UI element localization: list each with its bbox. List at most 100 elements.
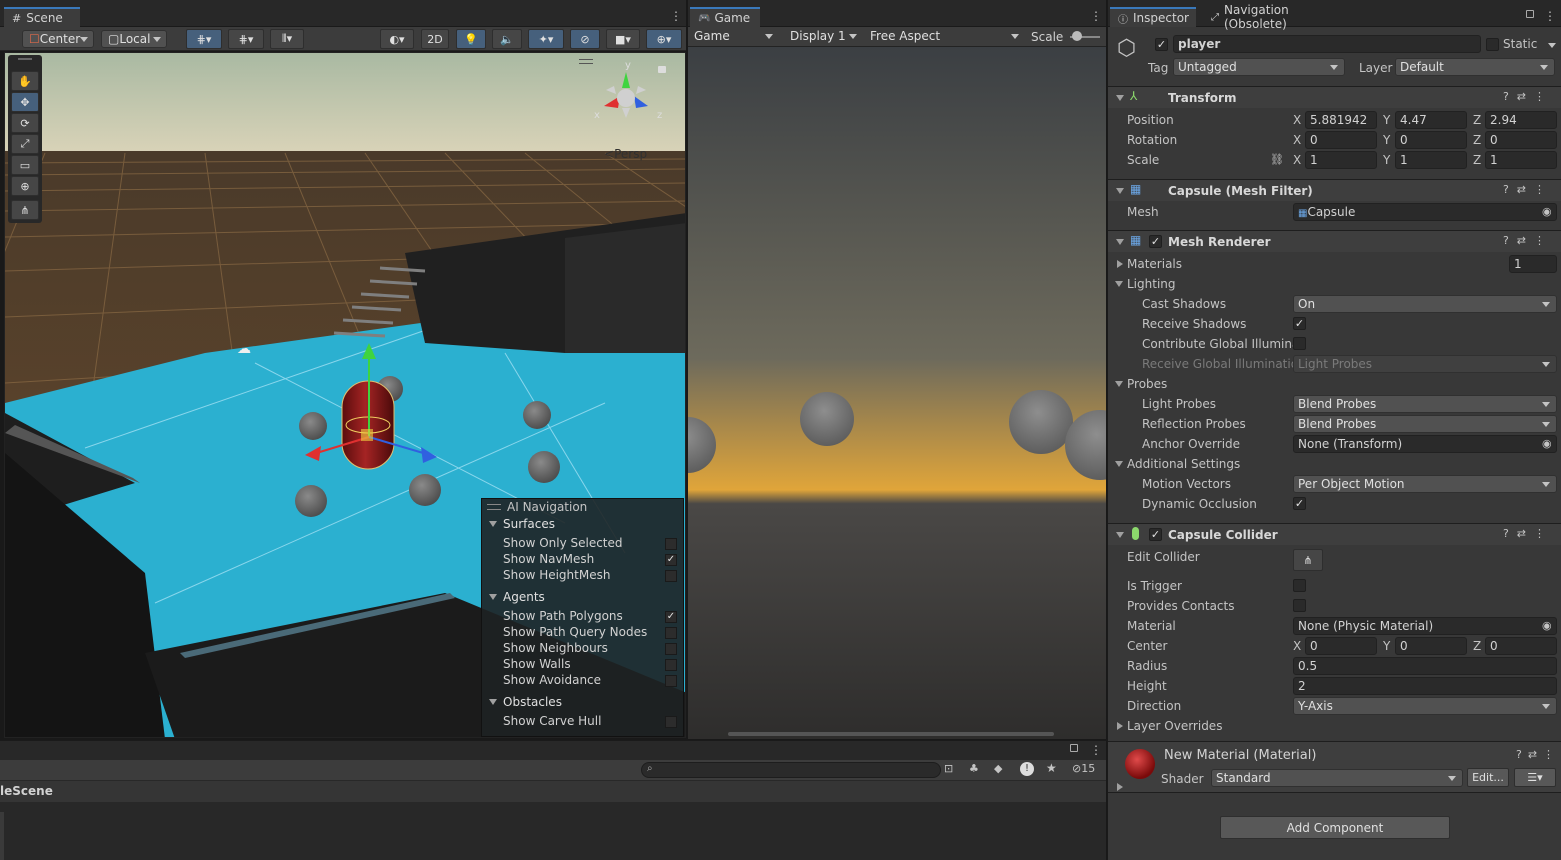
space-dropdown[interactable]: ▢Local (101, 30, 167, 48)
inspector-menu-icon[interactable]: ⋮ (1544, 9, 1556, 23)
capsule-collider-enabled-checkbox[interactable]: ✓ (1149, 528, 1162, 541)
show-path-query-nodes-checkbox[interactable] (665, 627, 677, 639)
show-path-polygons-checkbox[interactable]: ✓ (665, 611, 677, 623)
lighting-toggle-icon[interactable]: 💡 (456, 29, 486, 49)
scale-y-field[interactable]: 1 (1395, 151, 1467, 169)
position-y-field[interactable]: 4.47 (1395, 111, 1467, 129)
capsule-collider-header-icons[interactable]: ?⇄⋮ (1503, 527, 1553, 540)
position-z-field[interactable]: 2.94 (1485, 111, 1557, 129)
bottom-lock-icon[interactable] (1070, 744, 1078, 752)
cast-shadows-dropdown[interactable]: On (1293, 295, 1557, 313)
constrain-proportions-icon[interactable]: ⛓ (1270, 153, 1284, 166)
mesh-field[interactable]: ▦Capsule (1293, 203, 1557, 221)
tab-scene[interactable]: # Scene (4, 7, 80, 27)
rotation-z-field[interactable]: 0 (1485, 131, 1557, 149)
scale-z-field[interactable]: 1 (1485, 151, 1557, 169)
shader-list-button[interactable]: ☰▾ (1514, 768, 1556, 787)
show-carve-hull-checkbox[interactable] (665, 716, 677, 728)
rotate-tool-icon[interactable]: ⟳ (11, 113, 39, 133)
game-menu-icon[interactable]: ⋮ (1090, 9, 1102, 23)
mesh-renderer-header-icons[interactable]: ?⇄⋮ (1503, 234, 1553, 247)
probes-row[interactable]: Probes (1108, 374, 1561, 394)
shader-edit-button[interactable]: Edit... (1467, 768, 1509, 787)
rect-tool-icon[interactable]: ▭ (11, 155, 39, 175)
radius-field[interactable]: 0.5 (1293, 657, 1557, 675)
gizmo-lock-icon[interactable] (658, 66, 666, 73)
shader-dropdown[interactable]: Standard (1211, 769, 1463, 787)
grid-snap-button[interactable]: ⋕▾ (186, 29, 222, 49)
direction-dropdown[interactable]: Y-Axis (1293, 697, 1557, 715)
draw-mode-button[interactable]: ◐▾ (380, 29, 414, 49)
height-field[interactable]: 2 (1293, 677, 1557, 695)
gizmos-button[interactable]: ⊕▾ (646, 29, 682, 49)
center-z-field[interactable]: 0 (1485, 637, 1557, 655)
transform-header[interactable]: ⅄ Transform ?⇄⋮ (1108, 86, 1561, 108)
orientation-gizmo[interactable] (590, 58, 680, 130)
favorite-star-icon[interactable]: ★ (1046, 761, 1057, 775)
aspect-dropdown[interactable]: Free Aspect (864, 28, 1024, 46)
show-walls-checkbox[interactable] (665, 659, 677, 671)
mesh-filter-header-icons[interactable]: ?⇄⋮ (1503, 183, 1553, 196)
light-probes-dropdown[interactable]: Blend Probes (1293, 395, 1557, 413)
label-filter-icon[interactable]: ◆ (994, 762, 1002, 775)
materials-row[interactable]: Materials 1 (1108, 254, 1561, 274)
additional-settings-fold-icon[interactable] (1115, 461, 1123, 467)
scene-name-row[interactable] (0, 781, 1106, 802)
transform-header-icons[interactable]: ?⇄⋮ (1503, 90, 1553, 103)
hidden-objects-icon[interactable]: ⊘15 (1072, 762, 1095, 775)
edit-collider-button[interactable]: ⋔ (1293, 549, 1323, 571)
provides-contacts-checkbox[interactable] (1293, 599, 1306, 612)
contribute-gi-checkbox[interactable] (1293, 337, 1306, 350)
mesh-renderer-fold-icon[interactable] (1116, 239, 1124, 245)
display-dropdown[interactable]: Display 1 (784, 28, 862, 46)
motion-vectors-dropdown[interactable]: Per Object Motion (1293, 475, 1557, 493)
search-filter-icon[interactable]: ⊡ (944, 762, 953, 775)
add-component-button[interactable]: Add Component (1220, 816, 1450, 839)
scene-visibility-icon[interactable]: ⊘ (570, 29, 600, 49)
lighting-row[interactable]: Lighting (1108, 274, 1561, 294)
static-dropdown-arrow-icon[interactable] (1548, 43, 1556, 48)
bottom-menu-icon[interactable]: ⋮ (1090, 743, 1102, 757)
materials-fold-icon[interactable] (1117, 260, 1123, 268)
audio-toggle-icon[interactable]: 🔈 (492, 29, 522, 49)
transform-fold-icon[interactable] (1116, 95, 1124, 101)
show-avoidance-checkbox[interactable] (665, 675, 677, 687)
persp-label[interactable]: <Persp (604, 147, 647, 161)
collider-material-picker-icon[interactable]: ◉ (1542, 619, 1552, 632)
capsule-collider-header[interactable]: ✓ Capsule Collider ?⇄⋮ (1108, 523, 1561, 545)
tab-inspector[interactable]: ⓘ Inspector (1110, 7, 1196, 27)
material-fold-icon[interactable] (1117, 783, 1123, 791)
show-only-selected-checkbox[interactable] (665, 538, 677, 550)
mesh-renderer-enabled-checkbox[interactable]: ✓ (1149, 235, 1162, 248)
layer-overrides-fold-icon[interactable] (1117, 722, 1123, 730)
effects-toggle-icon[interactable]: ✦▾ (528, 29, 564, 49)
agents-section[interactable]: Agents (503, 590, 545, 604)
probes-fold-icon[interactable] (1115, 381, 1123, 387)
tab-game[interactable]: 🎮 Game (690, 7, 760, 27)
agents-fold-icon[interactable] (489, 594, 497, 600)
show-neighbours-checkbox[interactable] (665, 643, 677, 655)
material-header-icons[interactable]: ?⇄⋮ (1516, 748, 1560, 761)
mesh-filter-header[interactable]: ▦ Capsule (Mesh Filter) ?⇄⋮ (1108, 179, 1561, 201)
receive-shadows-checkbox[interactable]: ✓ (1293, 317, 1306, 330)
layer-dropdown[interactable]: Default (1395, 58, 1555, 76)
anchor-override-picker-icon[interactable]: ◉ (1542, 437, 1552, 450)
obstacles-section[interactable]: Obstacles (503, 695, 562, 709)
obstacles-fold-icon[interactable] (489, 699, 497, 705)
additional-settings-row[interactable]: Additional Settings (1108, 454, 1561, 474)
error-filter-icon[interactable]: ! (1020, 762, 1034, 776)
hand-tool-icon[interactable]: ✋ (11, 71, 39, 91)
object-name-field[interactable]: player (1173, 35, 1481, 53)
materials-count-field[interactable]: 1 (1509, 255, 1557, 273)
rotation-x-field[interactable]: 0 (1305, 131, 1377, 149)
static-checkbox[interactable] (1486, 38, 1499, 51)
position-x-field[interactable]: 5.881942 (1305, 111, 1377, 129)
scale-x-field[interactable]: 1 (1305, 151, 1377, 169)
capsule-collider-fold-icon[interactable] (1116, 532, 1124, 538)
is-trigger-checkbox[interactable] (1293, 579, 1306, 592)
transform-tool-icon[interactable]: ⊕ (11, 176, 39, 196)
increment-snap-button[interactable]: ⦀▾ (270, 29, 304, 49)
move-tool-icon[interactable]: ✥ (11, 92, 39, 112)
center-y-field[interactable]: 0 (1395, 637, 1467, 655)
game-mode-dropdown[interactable]: Game (688, 28, 778, 46)
